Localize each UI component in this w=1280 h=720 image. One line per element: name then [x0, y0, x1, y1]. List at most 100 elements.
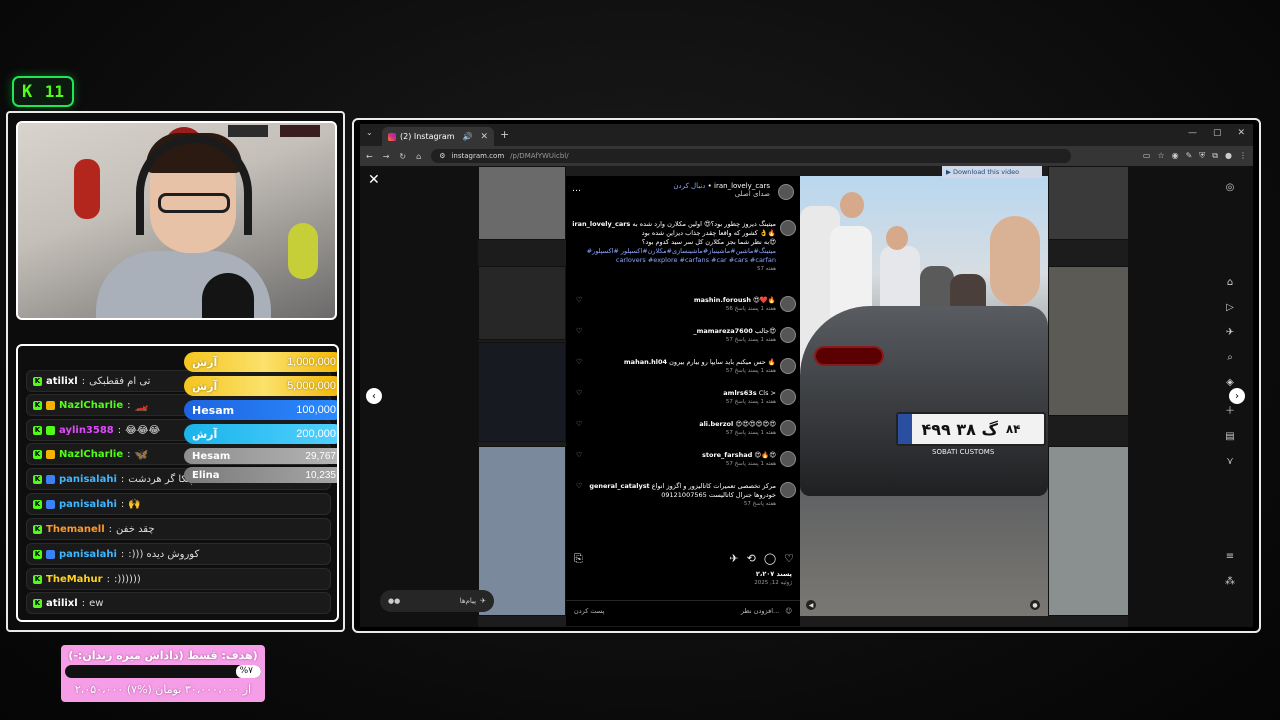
maximize-icon[interactable]: ▢	[1213, 128, 1222, 138]
menu-icon[interactable]: ⋮	[1239, 151, 1247, 161]
more-menu-icon[interactable]: ≡	[1226, 551, 1234, 562]
prev-post-arrow-icon[interactable]: ‹	[366, 388, 382, 404]
speaker-icon[interactable]: 🔊	[463, 132, 473, 141]
donor-name: Hesam	[192, 450, 231, 462]
tab-instagram[interactable]: (2) Instagram 🔊 ✕	[382, 127, 494, 146]
chat-username[interactable]: NazlCharlie	[59, 449, 123, 460]
commenter-avatar[interactable]	[780, 482, 796, 498]
close-tab-icon[interactable]: ✕	[480, 132, 488, 142]
caption-username[interactable]: iran_lovely_cars	[572, 220, 630, 228]
commenter-avatar[interactable]	[780, 451, 796, 467]
site-info-icon[interactable]: ⚙	[439, 152, 445, 160]
chat-message: K panisalahi : 🙌	[26, 493, 331, 515]
audio-label[interactable]: صدای اصلی	[566, 190, 770, 198]
mute-icon[interactable]: ◀	[806, 600, 816, 610]
close-modal-icon[interactable]: ✕	[368, 172, 380, 188]
download-video-button[interactable]: ▶ Download this video	[942, 166, 1042, 178]
commenter-avatar[interactable]	[780, 358, 796, 374]
dashboard-nav-icon[interactable]: ▤	[1225, 431, 1234, 442]
commenter-username[interactable]: ali.berzol	[699, 420, 733, 428]
bookmark-star-icon[interactable]: ☆	[1157, 151, 1164, 161]
post-video[interactable]: ۴۹۹ گ ۳۸ ۸۴ SOBATI CUSTOMS ◀ ●	[800, 176, 1048, 616]
sub-badge-icon	[46, 449, 55, 459]
chat-username[interactable]: TheMahur	[46, 574, 103, 585]
extension-icon[interactable]: ⛨	[1199, 151, 1205, 161]
chat-username[interactable]: NazlCharlie	[59, 400, 123, 411]
like-heart-icon[interactable]: ♡	[784, 552, 794, 566]
also-from-meta-icon[interactable]: ⁂	[1225, 576, 1235, 587]
instagram-logo-icon[interactable]: ◎	[1226, 182, 1235, 193]
comment-like-icon[interactable]: ♡	[576, 451, 582, 460]
chat-text: 🙌	[128, 498, 141, 510]
minimize-icon[interactable]: —	[1188, 128, 1197, 138]
commenter-username[interactable]: _mamareza7600	[693, 327, 752, 335]
donation-amount: 10,235	[305, 469, 336, 481]
search-nav-icon[interactable]: ⌕	[1227, 352, 1233, 363]
tagged-users-icon[interactable]: ●	[1030, 600, 1040, 610]
chat-username[interactable]: panisalahi	[59, 549, 117, 560]
author-username[interactable]: iran_lovely_cars	[714, 182, 770, 190]
profile-icon[interactable]: ●	[1225, 151, 1232, 161]
emoji-icon[interactable]: ☺	[785, 607, 792, 615]
follow-button[interactable]: دنبال کردن	[673, 182, 705, 190]
reload-icon[interactable]: ↻	[399, 152, 406, 161]
comment-like-icon[interactable]: ♡	[576, 389, 582, 398]
chat-username[interactable]: panisalahi	[59, 499, 117, 510]
spectator-head	[886, 226, 908, 250]
commenter-avatar[interactable]	[780, 296, 796, 312]
back-icon[interactable]: ←	[366, 152, 373, 161]
commenter-avatar[interactable]	[780, 389, 796, 405]
create-nav-icon[interactable]: ＋	[1225, 402, 1235, 417]
commenter-avatar[interactable]	[780, 420, 796, 436]
more-options-icon[interactable]: …	[572, 184, 581, 194]
url-field[interactable]: ⚙ instagram.com/p/DMAfYWUicbl/	[431, 149, 1072, 163]
commenter-username[interactable]: amlrs63s	[723, 389, 756, 397]
forward-icon[interactable]: →	[383, 152, 390, 161]
threads-nav-icon[interactable]: ⋎	[1226, 456, 1233, 467]
commenter-username[interactable]: general_catalyst	[589, 482, 649, 490]
reels-nav-icon[interactable]: ▷	[1226, 302, 1234, 313]
author-avatar[interactable]	[778, 184, 794, 200]
kick-badge-icon: K	[33, 474, 42, 484]
commenter-username[interactable]: mashin.foroush	[694, 296, 751, 304]
chat-username[interactable]: atilixl	[46, 376, 78, 387]
webcam-feed	[16, 121, 337, 320]
explore-nav-icon[interactable]: ◈	[1226, 377, 1234, 388]
chat-username[interactable]: atilixl	[46, 598, 78, 609]
messages-nav-icon[interactable]: ✈	[1226, 327, 1234, 338]
chat-panel[interactable]: K atilixl : تی ام فقطبکی K NazlCharlie :…	[16, 344, 339, 622]
donation-entry: آرش 1,000,000	[184, 352, 337, 372]
cast-icon[interactable]: ▭	[1143, 151, 1151, 161]
extension-icon[interactable]: ◉	[1172, 151, 1179, 161]
commenter-username[interactable]: store_farshad	[702, 451, 752, 459]
caption-hashtags[interactable]: #میتینگ#ماشین#ماشینباز#ماشینسازی#مکلارن#…	[572, 247, 776, 265]
comment-like-icon[interactable]: ♡	[576, 296, 582, 305]
add-comment-input[interactable]: افزودن نظر...	[741, 607, 779, 615]
commenter-username[interactable]: mahan.hl04	[624, 358, 667, 366]
post-comment-button[interactable]: پست کردن	[574, 607, 604, 615]
chat-username[interactable]: Themanell	[46, 524, 105, 535]
home-nav-icon[interactable]: ⌂	[1227, 277, 1233, 288]
comment-like-icon[interactable]: ♡	[576, 327, 582, 336]
messages-pill[interactable]: ●● پیام‌ها ✈	[380, 590, 494, 612]
new-tab-button[interactable]: +	[500, 128, 509, 141]
like-count[interactable]: ۲،۲۰۷ پسند	[756, 570, 792, 578]
commenter-avatar[interactable]	[780, 327, 796, 343]
caption-avatar[interactable]	[780, 220, 796, 236]
repost-icon[interactable]: ⟲	[747, 552, 756, 566]
toolbar-icons: ▭ ☆ ◉ ✎ ⛨ ⧉ ● ⋮	[1143, 151, 1247, 161]
comment-like-icon[interactable]: ♡	[576, 420, 582, 429]
comment-icon[interactable]: ◯	[764, 552, 776, 566]
comment-like-icon[interactable]: ♡	[576, 482, 582, 491]
chat-username[interactable]: panisalahi	[59, 474, 117, 485]
car-emote-icon: 🏎️	[134, 398, 149, 412]
share-icon[interactable]: ✈	[729, 552, 738, 566]
close-window-icon[interactable]: ✕	[1237, 128, 1245, 138]
extension-icon[interactable]: ✎	[1186, 151, 1193, 161]
comment-like-icon[interactable]: ♡	[576, 358, 582, 367]
extensions-puzzle-icon[interactable]: ⧉	[1212, 151, 1218, 161]
chat-username[interactable]: aylin3588	[59, 425, 114, 436]
home-icon[interactable]: ⌂	[416, 152, 421, 161]
tab-search-icon[interactable]: ⌄	[366, 128, 373, 137]
save-bookmark-icon[interactable]: ⎘	[574, 552, 583, 566]
